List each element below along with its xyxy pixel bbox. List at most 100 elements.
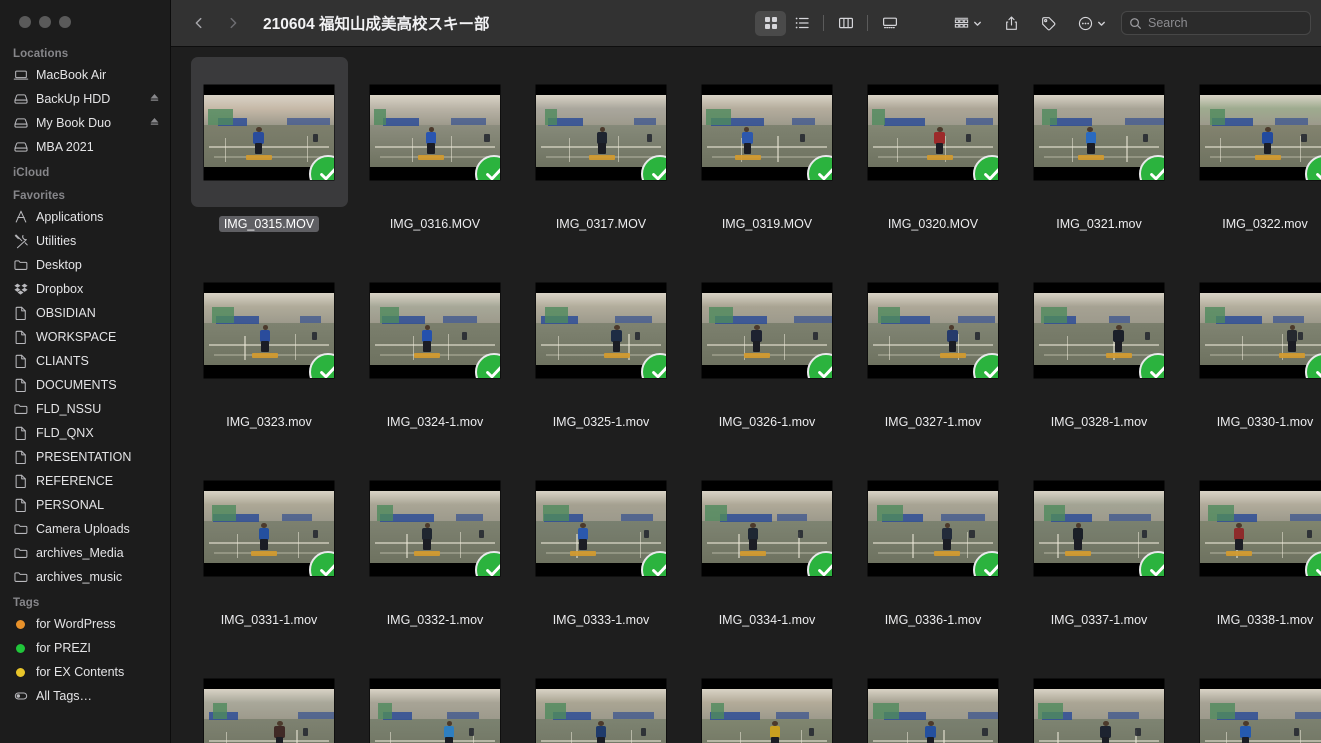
file-item[interactable]: IMG_0323.mov — [186, 255, 352, 453]
file-thumbnail-box[interactable] — [1187, 453, 1321, 603]
file-item[interactable]: IMG_0334-1.mov — [684, 453, 850, 651]
file-name-label[interactable]: IMG_0321.mov — [1051, 216, 1146, 232]
sidebar-item-for-prezi[interactable]: for PREZI — [0, 636, 170, 660]
file-thumbnail-box[interactable] — [689, 57, 846, 207]
file-item[interactable] — [684, 651, 850, 743]
file-name-label[interactable]: IMG_0333-1.mov — [548, 612, 655, 628]
search-field[interactable]: Search — [1121, 11, 1311, 35]
file-item[interactable]: IMG_0332-1.mov — [352, 453, 518, 651]
file-item[interactable] — [186, 651, 352, 743]
file-thumbnail-box[interactable] — [1187, 255, 1321, 405]
file-thumbnail-box[interactable] — [523, 57, 680, 207]
file-thumbnail-box[interactable] — [855, 57, 1012, 207]
file-name-label[interactable]: IMG_0324-1.mov — [382, 414, 489, 430]
file-name-label[interactable]: IMG_0337-1.mov — [1046, 612, 1153, 628]
file-item[interactable]: IMG_0326-1.mov — [684, 255, 850, 453]
sidebar-item-mba-2021[interactable]: MBA 2021 — [0, 135, 170, 159]
close-button[interactable] — [19, 16, 31, 28]
file-name-label[interactable]: IMG_0316.MOV — [385, 216, 485, 232]
file-thumbnail-box[interactable] — [855, 255, 1012, 405]
sidebar-item-cliants[interactable]: CLIANTS — [0, 349, 170, 373]
file-item[interactable]: IMG_0327-1.mov — [850, 255, 1016, 453]
sidebar-item-my-book-duo[interactable]: My Book Duo — [0, 111, 170, 135]
file-item[interactable]: IMG_0316.MOV — [352, 57, 518, 255]
file-thumbnail-box[interactable] — [1187, 57, 1321, 207]
more-options-button[interactable] — [1071, 9, 1113, 37]
file-thumbnail-box[interactable] — [855, 453, 1012, 603]
file-name-label[interactable]: IMG_0319.MOV — [717, 216, 817, 232]
file-item[interactable]: IMG_0315.MOV — [186, 57, 352, 255]
file-thumbnail-box[interactable] — [191, 651, 348, 743]
file-item[interactable]: IMG_0333-1.mov — [518, 453, 684, 651]
file-thumbnail-box[interactable] — [357, 651, 514, 743]
file-item[interactable] — [1016, 651, 1182, 743]
file-item[interactable]: IMG_0322.mov — [1182, 57, 1321, 255]
sidebar-item-presentation[interactable]: PRESENTATION — [0, 445, 170, 469]
sidebar-item-desktop[interactable]: Desktop — [0, 253, 170, 277]
zoom-button[interactable] — [59, 16, 71, 28]
file-thumbnail-box[interactable] — [689, 651, 846, 743]
eject-button[interactable] — [149, 92, 160, 106]
sidebar-item-dropbox[interactable]: Dropbox — [0, 277, 170, 301]
sidebar-item-documents[interactable]: DOCUMENTS — [0, 373, 170, 397]
file-thumbnail-box[interactable] — [689, 453, 846, 603]
file-item[interactable]: IMG_0325-1.mov — [518, 255, 684, 453]
sidebar-item-archives-media[interactable]: archives_Media — [0, 541, 170, 565]
file-thumbnail-box[interactable] — [357, 453, 514, 603]
minimize-button[interactable] — [39, 16, 51, 28]
back-button[interactable] — [185, 9, 213, 37]
file-name-label[interactable]: IMG_0330-1.mov — [1212, 414, 1319, 430]
sidebar-item-for-ex-contents[interactable]: for EX Contents — [0, 660, 170, 684]
file-thumbnail-box[interactable] — [523, 453, 680, 603]
file-name-label[interactable]: IMG_0328-1.mov — [1046, 414, 1153, 430]
file-name-label[interactable]: IMG_0320.MOV — [883, 216, 983, 232]
file-item[interactable]: IMG_0320.MOV — [850, 57, 1016, 255]
file-thumbnail-box[interactable] — [855, 651, 1012, 743]
file-item[interactable]: IMG_0337-1.mov — [1016, 453, 1182, 651]
file-thumbnail-box[interactable] — [191, 255, 348, 405]
sidebar-item-backup-hdd[interactable]: BackUp HDD — [0, 87, 170, 111]
file-thumbnail-box[interactable] — [523, 255, 680, 405]
sidebar-item-archives-music[interactable]: archives_music — [0, 565, 170, 589]
file-name-label[interactable]: IMG_0322.mov — [1217, 216, 1312, 232]
file-name-label[interactable]: IMG_0331-1.mov — [216, 612, 323, 628]
tag-button[interactable] — [1034, 9, 1063, 37]
sidebar-item-personal[interactable]: PERSONAL — [0, 493, 170, 517]
file-item[interactable]: IMG_0338-1.mov — [1182, 453, 1321, 651]
file-item[interactable]: IMG_0330-1.mov — [1182, 255, 1321, 453]
file-thumbnail-box[interactable] — [1021, 453, 1178, 603]
file-thumbnail-box[interactable] — [357, 57, 514, 207]
file-item[interactable]: IMG_0317.MOV — [518, 57, 684, 255]
file-thumbnail-box[interactable] — [1021, 57, 1178, 207]
sidebar-item-reference[interactable]: REFERENCE — [0, 469, 170, 493]
file-thumbnail-box[interactable] — [1021, 255, 1178, 405]
eject-button[interactable] — [149, 116, 160, 130]
file-item[interactable] — [518, 651, 684, 743]
file-grid-area[interactable]: IMG_0315.MOV IMG_0316.MOV IMG_0317.MOV IMG_… — [171, 47, 1321, 743]
file-name-label[interactable]: IMG_0323.mov — [221, 414, 316, 430]
file-name-label[interactable]: IMG_0338-1.mov — [1212, 612, 1319, 628]
sidebar-item-macbook-air[interactable]: MacBook Air — [0, 63, 170, 87]
gallery-view-button[interactable] — [874, 11, 905, 36]
sidebar-item-utilities[interactable]: Utilities — [0, 229, 170, 253]
sidebar-item-camera-uploads[interactable]: Camera Uploads — [0, 517, 170, 541]
file-item[interactable] — [1182, 651, 1321, 743]
column-view-button[interactable] — [830, 11, 861, 36]
sidebar-item-for-wordpress[interactable]: for WordPress — [0, 612, 170, 636]
file-name-label[interactable]: IMG_0325-1.mov — [548, 414, 655, 430]
file-item[interactable] — [352, 651, 518, 743]
file-name-label[interactable]: IMG_0315.MOV — [218, 216, 320, 232]
file-name-label[interactable]: IMG_0334-1.mov — [714, 612, 821, 628]
file-item[interactable]: IMG_0331-1.mov — [186, 453, 352, 651]
icon-view-button[interactable] — [755, 10, 786, 36]
sidebar-item-all-tags[interactable]: All Tags… — [0, 684, 170, 708]
share-button[interactable] — [997, 9, 1026, 37]
sidebar-item-fld-qnx[interactable]: FLD_QNX — [0, 421, 170, 445]
file-name-label[interactable]: IMG_0326-1.mov — [714, 414, 821, 430]
list-view-button[interactable] — [786, 11, 817, 36]
file-item[interactable]: IMG_0319.MOV — [684, 57, 850, 255]
file-item[interactable]: IMG_0336-1.mov — [850, 453, 1016, 651]
file-name-label[interactable]: IMG_0327-1.mov — [880, 414, 987, 430]
file-thumbnail-box[interactable] — [190, 57, 348, 207]
sidebar-item-fld-nssu[interactable]: FLD_NSSU — [0, 397, 170, 421]
